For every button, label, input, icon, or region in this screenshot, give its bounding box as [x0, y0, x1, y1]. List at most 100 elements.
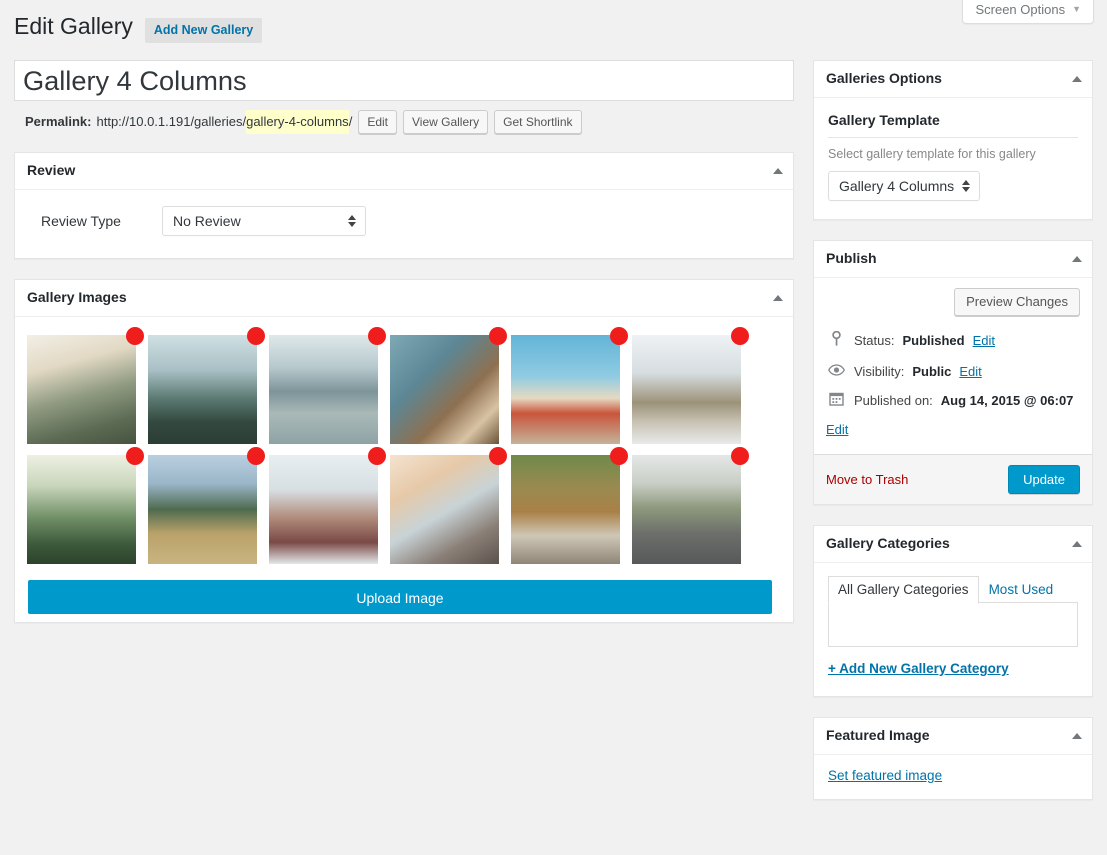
publish-status-label: Status: — [854, 333, 895, 348]
page-heading: Edit Gallery Add New Gallery — [14, 12, 263, 43]
toggle-panel-icon[interactable] — [773, 295, 783, 301]
remove-image-badge[interactable] — [247, 327, 265, 345]
main-column: Permalink: http://10.0.1.191/galleries/g… — [14, 60, 794, 643]
remove-image-badge[interactable] — [731, 327, 749, 345]
toggle-panel-icon[interactable] — [1072, 256, 1082, 262]
gallery-image-thumbnail[interactable] — [269, 335, 378, 444]
remove-image-badge[interactable] — [126, 447, 144, 465]
gallery-image-thumbnail[interactable] — [148, 455, 257, 564]
upload-image-button[interactable]: Upload Image — [28, 580, 772, 614]
publish-title: Publish — [826, 250, 877, 267]
gallery-template-label: Gallery Template — [828, 112, 1078, 138]
review-type-selected-value: No Review — [173, 213, 241, 229]
gallery-categories-body: All Gallery Categories Most Used + Add N… — [814, 563, 1092, 696]
gallery-image-item[interactable] — [632, 447, 749, 564]
featured-image-body: Set featured image — [814, 755, 1092, 799]
permalink-slug: gallery-4-columns — [246, 110, 349, 134]
gallery-image-thumbnail[interactable] — [390, 335, 499, 444]
publish-status-value: Published — [902, 333, 965, 348]
gallery-image-thumbnail[interactable] — [27, 455, 136, 564]
featured-image-title: Featured Image — [826, 727, 930, 744]
gallery-image-item[interactable] — [269, 447, 386, 564]
edit-status-link[interactable]: Edit — [973, 331, 995, 351]
review-type-row: Review Type No Review — [27, 202, 781, 246]
gallery-image-thumbnail[interactable] — [269, 455, 378, 564]
gallery-image-item[interactable] — [148, 447, 265, 564]
remove-image-badge[interactable] — [368, 447, 386, 465]
permalink-trailing-slash: / — [348, 114, 353, 129]
calendar-icon — [826, 391, 846, 412]
publish-status-row: Status: Published Edit — [826, 326, 1080, 357]
gallery-image-item[interactable] — [27, 327, 144, 444]
post-status-pin-icon — [826, 330, 846, 352]
get-shortlink-button[interactable]: Get Shortlink — [494, 110, 582, 134]
gallery-image-thumbnail[interactable] — [632, 335, 741, 444]
gallery-image-item[interactable] — [511, 447, 628, 564]
gallery-image-thumbnail[interactable] — [27, 335, 136, 444]
remove-image-badge[interactable] — [489, 447, 507, 465]
publish-date-row: Published on: Aug 14, 2015 @ 06:07 Edit — [826, 386, 1080, 444]
toggle-panel-icon[interactable] — [773, 168, 783, 174]
remove-image-badge[interactable] — [368, 327, 386, 345]
move-to-trash-link[interactable]: Move to Trash — [826, 472, 908, 487]
select-arrows-icon — [962, 180, 970, 192]
remove-image-badge[interactable] — [489, 327, 507, 345]
remove-image-badge[interactable] — [610, 447, 628, 465]
gallery-title-input[interactable] — [14, 60, 794, 101]
edit-permalink-button[interactable]: Edit — [358, 110, 397, 134]
update-button[interactable]: Update — [1008, 465, 1080, 494]
galleries-options-title: Galleries Options — [826, 70, 942, 87]
publish-body: Preview Changes Status: Published Edit V… — [814, 278, 1092, 454]
gallery-image-thumbnail[interactable] — [148, 335, 257, 444]
gallery-categories-tabs: All Gallery Categories Most Used — [828, 575, 1078, 604]
tab-most-used[interactable]: Most Used — [979, 576, 1064, 604]
tab-all-gallery-categories[interactable]: All Gallery Categories — [828, 576, 979, 604]
toggle-panel-icon[interactable] — [1072, 541, 1082, 547]
eye-icon — [826, 362, 846, 382]
preview-changes-button[interactable]: Preview Changes — [954, 288, 1080, 316]
publish-visibility-label: Visibility: — [854, 363, 905, 379]
review-type-label: Review Type — [41, 213, 121, 229]
gallery-image-thumbnail[interactable] — [511, 335, 620, 444]
edit-date-link[interactable]: Edit — [826, 420, 1080, 440]
screen-options-tab[interactable]: Screen Options ▼ — [962, 0, 1094, 24]
add-new-gallery-button[interactable]: Add New Gallery — [144, 18, 263, 43]
review-postbox: Review Review Type No Review — [14, 152, 794, 259]
gallery-image-grid — [15, 325, 793, 570]
gallery-image-item[interactable] — [632, 327, 749, 444]
permalink-row: Permalink: http://10.0.1.191/galleries/g… — [25, 110, 794, 134]
gallery-image-thumbnail[interactable] — [632, 455, 741, 564]
gallery-categories-list[interactable] — [828, 602, 1078, 647]
publish-actions: Move to Trash Update — [814, 454, 1092, 504]
galleries-options-postbox: Galleries Options Gallery Template Selec… — [813, 60, 1093, 220]
gallery-categories-header: Gallery Categories — [814, 526, 1092, 563]
remove-image-badge[interactable] — [126, 327, 144, 345]
gallery-image-item[interactable] — [390, 447, 507, 564]
gallery-template-select[interactable]: Gallery 4 Columns — [828, 171, 980, 201]
remove-image-badge[interactable] — [731, 447, 749, 465]
gallery-image-item[interactable] — [148, 327, 265, 444]
gallery-image-thumbnail[interactable] — [390, 455, 499, 564]
gallery-image-thumbnail[interactable] — [511, 455, 620, 564]
gallery-image-item[interactable] — [27, 447, 144, 564]
featured-image-header: Featured Image — [814, 718, 1092, 755]
publish-date-label: Published on: — [854, 393, 933, 408]
review-type-select[interactable]: No Review — [162, 206, 366, 236]
galleries-options-body: Gallery Template Select gallery template… — [814, 98, 1092, 219]
set-featured-image-link[interactable]: Set featured image — [828, 768, 942, 783]
chevron-down-icon: ▼ — [1072, 4, 1081, 15]
toggle-panel-icon[interactable] — [1072, 76, 1082, 82]
view-gallery-button[interactable]: View Gallery — [403, 110, 489, 134]
remove-image-badge[interactable] — [247, 447, 265, 465]
add-new-gallery-category-link[interactable]: + Add New Gallery Category — [828, 661, 1009, 676]
gallery-image-item[interactable] — [269, 327, 386, 444]
permalink-label: Permalink: — [25, 114, 92, 129]
sidebar-column: Galleries Options Gallery Template Selec… — [813, 60, 1093, 820]
edit-visibility-link[interactable]: Edit — [959, 362, 981, 382]
permalink-base: http://10.0.1.191/galleries/ — [96, 114, 247, 129]
toggle-panel-icon[interactable] — [1072, 733, 1082, 739]
gallery-image-item[interactable] — [511, 327, 628, 444]
gallery-image-item[interactable] — [390, 327, 507, 444]
remove-image-badge[interactable] — [610, 327, 628, 345]
gallery-categories-title: Gallery Categories — [826, 535, 950, 552]
